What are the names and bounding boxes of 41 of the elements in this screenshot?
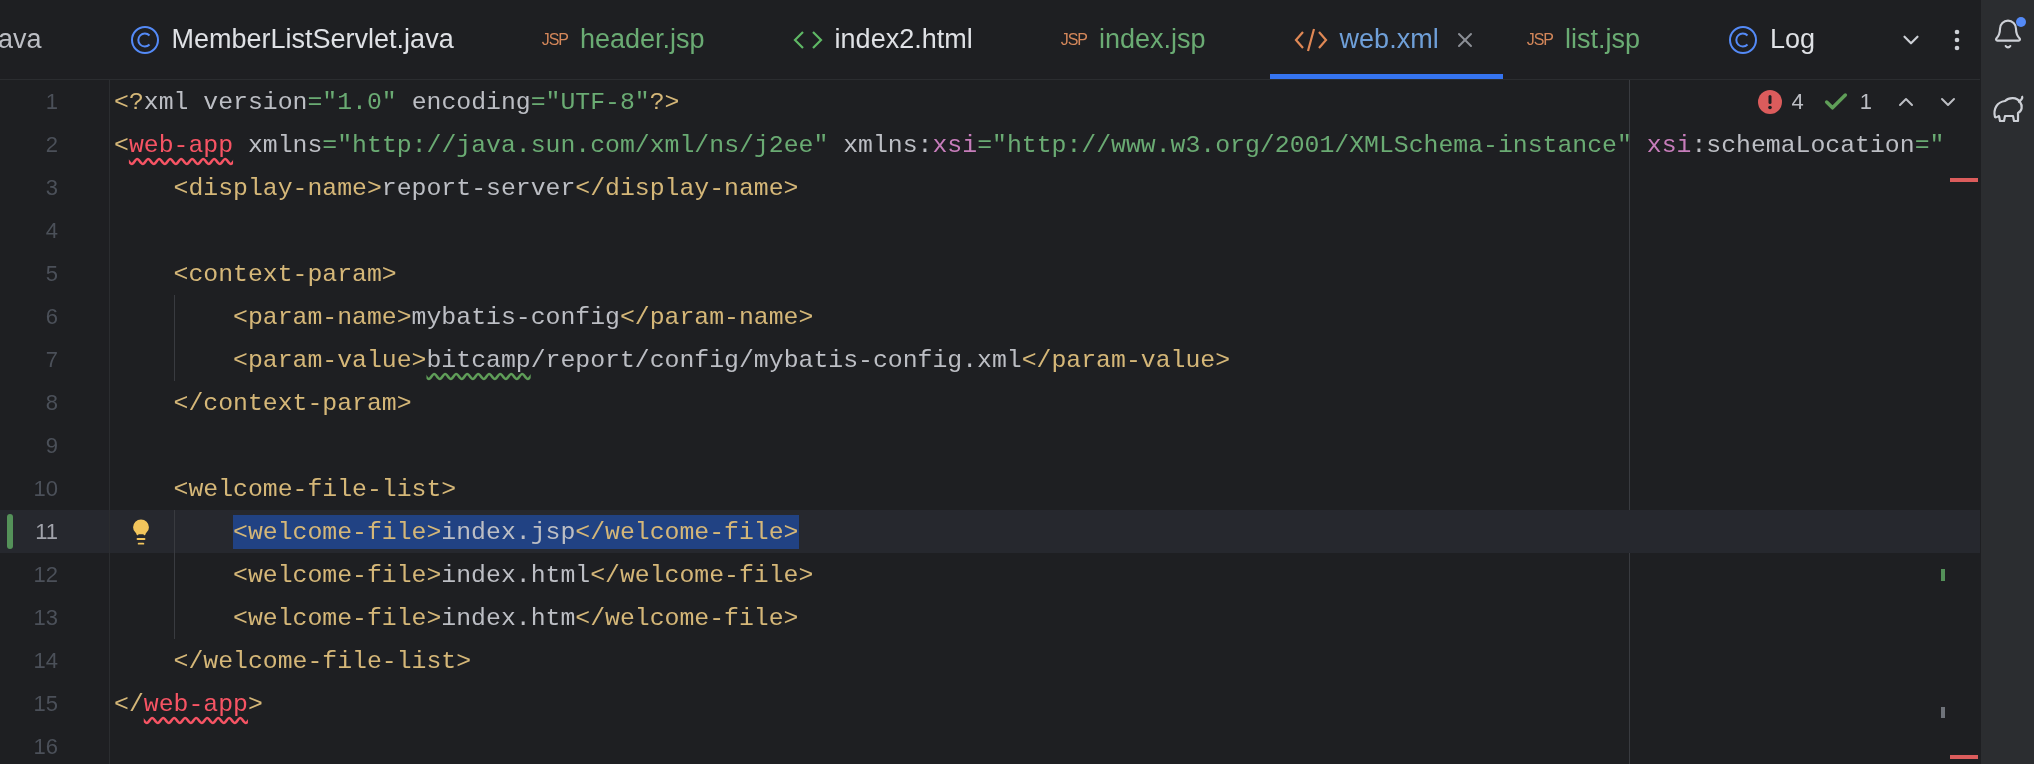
code-icon — [1293, 26, 1328, 53]
elephant-icon — [1990, 95, 2025, 125]
class-icon — [1728, 24, 1758, 55]
class-icon — [129, 24, 160, 55]
line-number: 11 — [34, 518, 58, 545]
code-line: <?xml version="1.0" encoding="UTF-8"?> — [114, 86, 680, 118]
code-line: <param-value>bitcamp/report/config/mybatis-config.xml</param-value> — [233, 344, 1231, 376]
editor-tab[interactable]: JSP list.jsp — [1502, 0, 1704, 79]
editor-tab[interactable]: web.xml — [1269, 0, 1503, 79]
more-icon — [1954, 28, 1960, 51]
tab-label: index.jsp — [1099, 24, 1206, 55]
tab-label: index2.html — [834, 24, 973, 55]
tab-label: MemberListServlet.java — [171, 24, 454, 55]
code-line: <web-app xmlns="http://java.sun.com/xml/ns/j2ee" xmlns:xsi="http://www.w3.org/2001/XMLSchema-instance" xsi:schemaLocation=" — [114, 129, 1945, 161]
tab-label: header.jsp — [580, 24, 705, 55]
tab-label: list.jsp — [1565, 24, 1640, 55]
jsp-file-label: JSP — [541, 30, 568, 49]
warning-count: 1 — [1859, 89, 1872, 115]
code-line: <welcome-file-list> — [173, 473, 457, 505]
code-line: </web-app> — [114, 688, 263, 720]
editor-tab[interactable]: JSP header.jsp — [517, 0, 769, 79]
editor-tab[interactable]: index2.html — [768, 0, 1037, 79]
error-icon[interactable] — [1757, 90, 1782, 114]
code-line: </context-param> — [173, 387, 412, 419]
code-line: <context-param> — [173, 258, 397, 290]
code-line: <param-name>mybatis-config</param-name> — [233, 301, 814, 333]
editor-tab[interactable]: Log — [1704, 0, 1880, 79]
jsp-file-label: JSP — [1060, 30, 1088, 49]
tab-label: Log — [1770, 24, 1816, 55]
editor-tab[interactable]: ava — [0, 0, 106, 79]
editor-tab[interactable]: JSP index.jsp — [1036, 0, 1270, 79]
error-count: 4 — [1791, 89, 1804, 115]
editor-tab[interactable]: MemberListServlet.java — [105, 0, 518, 79]
code-icon — [792, 28, 823, 51]
tab-label: ava — [0, 24, 42, 55]
code-line: <display-name>report-server</display-name> — [173, 172, 799, 204]
code-line: <welcome-file>index.html</welcome-file> — [233, 559, 814, 591]
tab-label: web.xml — [1339, 24, 1439, 55]
code-line: <welcome-file>index.htm</welcome-file> — [233, 602, 799, 634]
code-line: </welcome-file-list> — [173, 645, 472, 677]
jsp-file-label: JSP — [1526, 30, 1553, 49]
